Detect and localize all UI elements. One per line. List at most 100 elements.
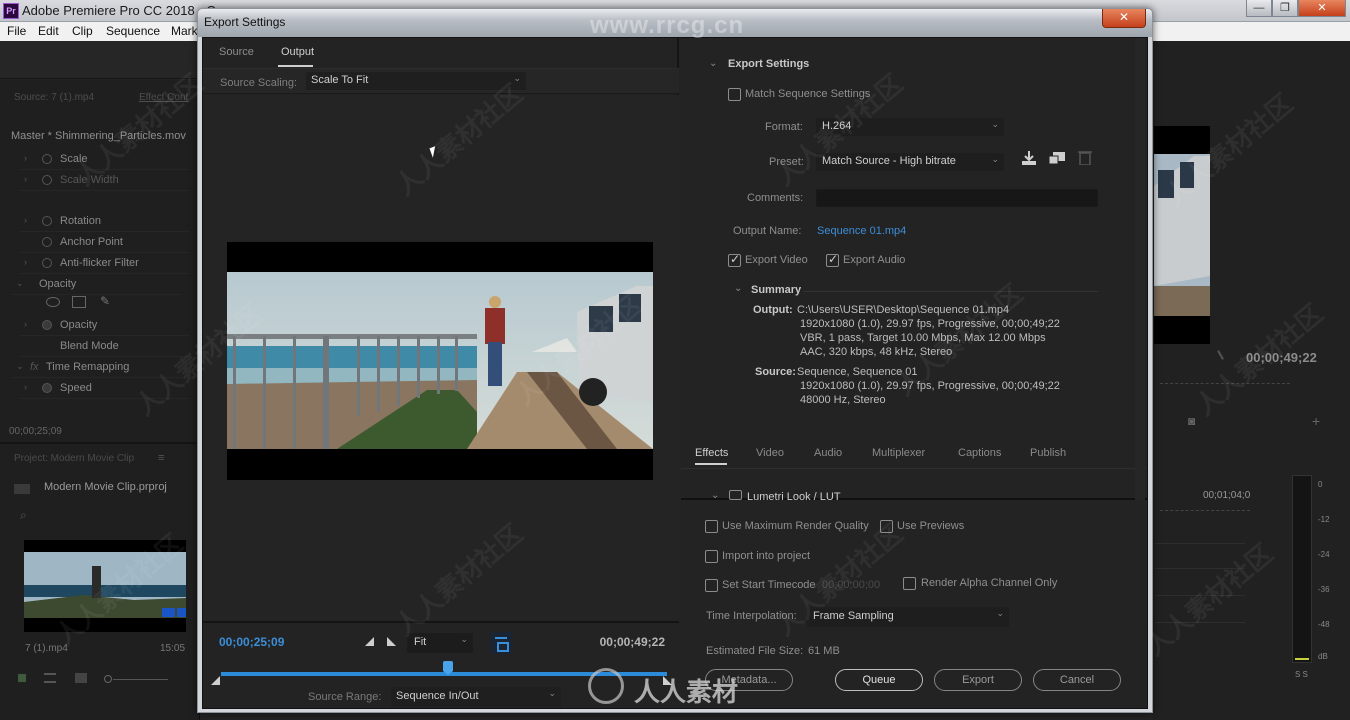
- pen-mask-icon[interactable]: ✎: [100, 294, 110, 308]
- subtab-video[interactable]: Video: [756, 447, 784, 459]
- match-sequence-checkbox[interactable]: [728, 88, 741, 101]
- track-divider: [1155, 568, 1245, 569]
- set-in-point-button[interactable]: [365, 637, 374, 646]
- use-previews-checkbox[interactable]: [880, 520, 893, 533]
- subtab-multiplexer[interactable]: Multiplexer: [872, 447, 925, 459]
- search-icon[interactable]: ⌕: [20, 508, 27, 523]
- set-out-point-button[interactable]: [387, 637, 396, 646]
- render-alpha-checkbox[interactable]: [903, 577, 916, 590]
- minimize-button[interactable]: —: [1246, 0, 1272, 17]
- menu-edit[interactable]: Edit: [38, 24, 59, 38]
- source-range-dropdown[interactable]: Sequence In/Out ⌄: [391, 687, 561, 707]
- property-rotation[interactable]: › Rotation: [20, 212, 190, 232]
- start-timecode-field[interactable]: 00;00;00;00: [822, 579, 880, 591]
- import-into-project-checkbox[interactable]: [705, 550, 718, 563]
- property-speed[interactable]: › Speed: [20, 379, 190, 399]
- stopwatch-icon[interactable]: [42, 258, 52, 268]
- preset-label: Preset:: [769, 156, 804, 168]
- tab-source-monitor[interactable]: Source: 7 (1).mp4: [14, 92, 94, 103]
- panel-menu-icon[interactable]: ≡: [158, 452, 164, 464]
- chevron-down-icon[interactable]: ⌄: [734, 283, 742, 294]
- settings-column: ⌄ Export Settings Match Sequence Setting…: [681, 38, 1147, 708]
- subtab-publish[interactable]: Publish: [1030, 447, 1066, 459]
- freeform-view-icon[interactable]: [75, 673, 87, 683]
- summary-output-line: VBR, 1 pass, Target 10.00 Mbps, Max 12.0…: [800, 332, 1046, 344]
- tab-source[interactable]: Source: [219, 46, 254, 58]
- output-name-link[interactable]: Sequence 01.mp4: [817, 225, 906, 237]
- export-video-checkbox[interactable]: [728, 252, 741, 267]
- zoom-slider-handle[interactable]: [104, 675, 112, 683]
- subtab-effects[interactable]: Effects: [695, 447, 728, 459]
- save-preset-icon[interactable]: [1021, 151, 1037, 165]
- time-interpolation-label: Time Interpolation:: [706, 610, 797, 622]
- stopwatch-icon[interactable]: [42, 237, 52, 247]
- zoom-slider[interactable]: [113, 679, 168, 680]
- export-button[interactable]: Export: [934, 669, 1022, 691]
- project-clip-thumbnail[interactable]: [24, 540, 186, 632]
- subtab-audio[interactable]: Audio: [814, 447, 842, 459]
- chevron-down-icon[interactable]: ⌄: [711, 490, 719, 501]
- solo-buttons[interactable]: S S: [1295, 670, 1308, 679]
- zoom-fit-dropdown[interactable]: Fit ⌄: [407, 633, 473, 653]
- menu-file[interactable]: File: [7, 24, 26, 38]
- property-scale-width[interactable]: › Scale Width: [20, 171, 190, 191]
- section-opacity[interactable]: ⌄ Opacity: [12, 275, 182, 295]
- restore-button[interactable]: ❐: [1272, 0, 1298, 17]
- summary-header[interactable]: Summary: [751, 284, 801, 296]
- preset-dropdown[interactable]: Match Source - High bitrate ⌄: [816, 153, 1004, 171]
- time-interpolation-dropdown[interactable]: Frame Sampling ⌄: [807, 607, 1009, 627]
- subtab-captions[interactable]: Captions: [958, 447, 1001, 459]
- chevron-down-icon[interactable]: ⌄: [709, 58, 717, 69]
- cancel-button[interactable]: Cancel: [1033, 669, 1121, 691]
- in-point-marker[interactable]: [211, 676, 220, 685]
- property-blend-mode[interactable]: Blend Mode: [20, 337, 190, 357]
- rectangle-mask-icon[interactable]: [72, 296, 86, 308]
- aspect-ratio-correction-icon[interactable]: [490, 632, 512, 654]
- dialog-titlebar[interactable]: Export Settings ✕: [198, 9, 1152, 37]
- tab-effect-controls[interactable]: Effect Cont: [139, 92, 188, 103]
- tab-output[interactable]: Output: [281, 46, 314, 58]
- settings-panel: ⌄ Export Settings Match Sequence Setting…: [681, 38, 1147, 501]
- stopwatch-icon[interactable]: [42, 216, 52, 226]
- source-scaling-dropdown[interactable]: Scale To Fit ⌄: [306, 72, 526, 90]
- current-timecode[interactable]: 00;00;25;09: [219, 635, 284, 649]
- menu-markers[interactable]: Mark: [171, 24, 198, 38]
- timeline-ruler[interactable]: [1160, 510, 1250, 511]
- app-close-button[interactable]: ✕: [1298, 0, 1346, 17]
- stopwatch-icon[interactable]: [42, 383, 52, 393]
- property-anchor-point[interactable]: Anchor Point: [20, 233, 190, 253]
- effect-controls-timecode[interactable]: 00;00;25;09: [9, 426, 62, 437]
- export-audio-checkbox[interactable]: [826, 252, 839, 267]
- tab-project[interactable]: Project: Modern Movie Clip: [14, 453, 134, 464]
- chevron-down-icon: ⌄: [16, 361, 24, 371]
- comments-input[interactable]: [816, 189, 1098, 207]
- property-scale[interactable]: › Scale: [20, 150, 190, 170]
- list-view-icon[interactable]: [18, 674, 26, 682]
- property-opacity[interactable]: › Opacity: [20, 316, 190, 336]
- export-settings-header[interactable]: Export Settings: [728, 58, 809, 70]
- add-button-icon[interactable]: +: [1312, 413, 1320, 429]
- dialog-close-button[interactable]: ✕: [1102, 9, 1146, 28]
- program-timecode[interactable]: 00;00;49;22: [1246, 350, 1317, 365]
- import-preset-icon[interactable]: [1049, 151, 1065, 165]
- settings-scrollbar[interactable]: [1135, 38, 1145, 500]
- delete-preset-icon[interactable]: [1077, 151, 1093, 165]
- menu-clip[interactable]: Clip: [72, 24, 93, 38]
- stopwatch-icon[interactable]: [42, 320, 52, 330]
- property-anti-flicker[interactable]: › Anti-flicker Filter: [20, 254, 190, 274]
- queue-button[interactable]: Queue: [835, 669, 923, 691]
- program-timeline-ruler[interactable]: [1160, 383, 1290, 384]
- section-time-remapping[interactable]: ⌄ fx Time Remapping: [12, 358, 182, 378]
- max-render-quality-checkbox[interactable]: [705, 520, 718, 533]
- ellipse-mask-icon[interactable]: [46, 297, 60, 307]
- camera-icon[interactable]: ◙: [1188, 414, 1195, 428]
- playhead-handle[interactable]: [443, 661, 454, 675]
- menu-sequence[interactable]: Sequence: [106, 24, 160, 38]
- lumetri-checkbox[interactable]: [729, 490, 742, 500]
- watermark-logo-icon: [588, 668, 624, 704]
- stopwatch-icon[interactable]: [42, 154, 52, 164]
- format-dropdown[interactable]: H.264 ⌄: [816, 118, 1004, 136]
- set-start-timecode-checkbox[interactable]: [705, 579, 718, 592]
- stopwatch-icon[interactable]: [42, 175, 52, 185]
- icon-view-icon[interactable]: [44, 673, 56, 683]
